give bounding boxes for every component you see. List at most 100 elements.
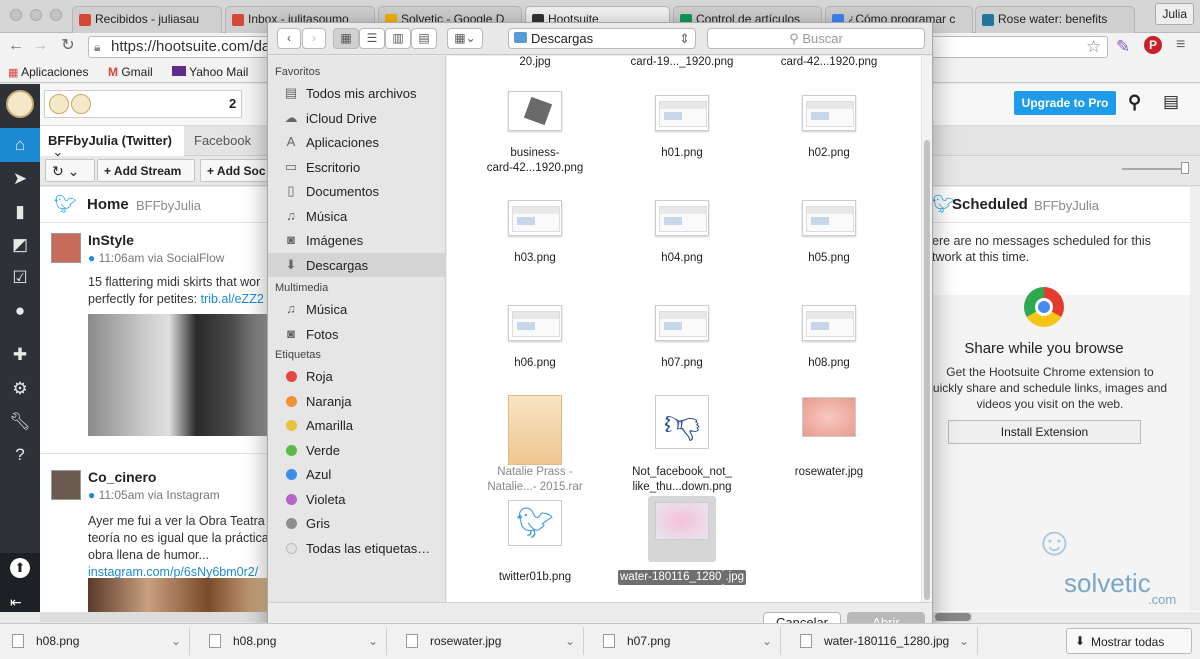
file-name[interactable]: rosewater.jpg — [764, 465, 894, 480]
add-stream-button[interactable]: + Add Stream — [97, 159, 195, 182]
sidebar-item[interactable]: ◙ Imágenes — [268, 228, 446, 252]
tools-wrench-icon[interactable]: 🔧︎ — [0, 405, 40, 439]
compose-box[interactable]: 2 — [44, 90, 242, 118]
search-field[interactable]: ⚲ Buscar — [707, 28, 925, 49]
analytics-icon[interactable]: ▮ — [0, 195, 40, 229]
file-name[interactable]: card-19..._1920.png — [617, 55, 747, 70]
sidebar-item[interactable]: ⬇ Descargas — [268, 252, 446, 277]
file-thumbnail[interactable] — [508, 200, 562, 236]
sidebar-item[interactable]: Naranja — [268, 389, 446, 413]
bookmark-star-icon[interactable]: ☆ — [1086, 37, 1101, 57]
file-name[interactable]: h02.png — [764, 146, 894, 161]
zoom-window-button[interactable] — [50, 9, 62, 21]
file-thumbnail[interactable] — [802, 397, 856, 437]
minimize-window-button[interactable] — [30, 9, 42, 21]
tab-bffbyjulia[interactable]: BFFbyJulia (Twitter) × — [40, 126, 184, 163]
file-thumbnail[interactable] — [802, 200, 856, 236]
horizontal-scrollbar-thumb[interactable] — [935, 613, 971, 621]
file-name[interactable]: business-card-42...1920.png — [470, 146, 600, 176]
zoom-slider[interactable] — [1122, 168, 1186, 170]
sidebar-item[interactable]: A Aplicaciones — [268, 130, 446, 154]
file-thumbnail[interactable] — [655, 305, 709, 341]
add-social-network-button[interactable]: + Add Soc — [200, 159, 268, 182]
twitter-bird-icon[interactable]: 🐦︎ — [508, 500, 562, 546]
file-name[interactable]: water-180116_1280 .jpg — [617, 570, 747, 585]
file-scrollbar-thumb[interactable] — [924, 140, 930, 600]
file-name[interactable]: h01.png — [617, 146, 747, 161]
sidebar-item[interactable]: Violeta — [268, 487, 446, 511]
forward-button[interactable]: › — [302, 28, 326, 49]
file-thumbnail[interactable] — [655, 95, 709, 131]
download-item[interactable]: water-180116_1280.jpg ⌄ — [788, 627, 978, 655]
download-item[interactable]: h08.png ⌄ — [197, 627, 387, 655]
bookmark-apps[interactable]: ▦ Aplicaciones — [8, 65, 88, 79]
tasks-icon[interactable]: ☑ — [0, 261, 40, 295]
file-name[interactable]: h05.png — [764, 251, 894, 266]
download-item[interactable]: h07.png ⌄ — [591, 627, 781, 655]
file-name[interactable]: 20.jpg — [470, 55, 600, 70]
sidebar-item[interactable]: ◙ Fotos — [268, 322, 446, 346]
sidebar-item[interactable]: Roja — [268, 364, 446, 388]
chevron-down-icon[interactable]: ⌄ — [368, 634, 378, 648]
column-view-button[interactable]: ▥ — [385, 28, 411, 49]
chat-icon[interactable]: ▤ — [1163, 92, 1179, 112]
download-item[interactable]: rosewater.jpg ⌄ — [394, 627, 584, 655]
file-name[interactable]: Natalie Prass - Natalie...- 2015.rar — [470, 465, 600, 495]
browser-tab[interactable]: Rose water: benefits — [975, 6, 1135, 33]
send-icon[interactable]: ➤ — [0, 162, 40, 196]
tab-facebook[interactable]: Facebook — [186, 126, 268, 156]
sidebar-item[interactable]: ♫ Música — [268, 204, 446, 228]
browser-tab[interactable]: Recibidos - juliasau — [72, 6, 222, 33]
file-thumbnail[interactable] — [508, 91, 562, 131]
tweet-photo[interactable] — [88, 578, 268, 612]
sidebar-item[interactable]: ▤ Todos mis archivos — [268, 81, 446, 105]
chevron-down-icon[interactable]: ⌄ — [959, 634, 969, 648]
file-name[interactable]: card-42...1920.png — [764, 55, 894, 70]
sidebar-item[interactable]: Gris — [268, 511, 446, 535]
avatar[interactable] — [51, 470, 81, 500]
close-window-button[interactable] — [10, 9, 22, 21]
chevron-down-icon[interactable]: ⌄ — [171, 634, 181, 648]
show-all-downloads-button[interactable]: ⬇ Mostrar todas — [1066, 628, 1192, 654]
search-icon[interactable]: ⚲ — [1128, 92, 1141, 113]
reload-icon[interactable]: ↻ — [58, 36, 78, 56]
file-thumbnail[interactable] — [802, 305, 856, 341]
collapse-sidebar-icon[interactable]: ⇤ — [10, 594, 22, 611]
feather-extension-icon[interactable]: ✎ — [1116, 37, 1130, 57]
file-name[interactable]: h04.png — [617, 251, 747, 266]
file-name[interactable]: h07.png — [617, 356, 747, 371]
sidebar-item[interactable]: Azul — [268, 462, 446, 486]
tweet-author[interactable]: Co_cinero — [88, 469, 156, 485]
location-popup[interactable]: Descargas ⇕ — [508, 28, 696, 49]
home-icon[interactable]: ⌂ — [0, 128, 40, 162]
tweet-photo[interactable] — [88, 314, 268, 436]
contacts-icon[interactable]: ● — [0, 294, 40, 328]
file-name[interactable]: h03.png — [470, 251, 600, 266]
upgrade-button[interactable]: Upgrade to Pro — [1014, 91, 1116, 115]
file-thumbnail[interactable] — [802, 95, 856, 131]
rar-archive-icon[interactable] — [508, 395, 562, 465]
file-name[interactable]: h06.png — [470, 356, 600, 371]
help-icon[interactable]: ? — [0, 438, 40, 472]
bookmark-yahoo[interactable]: Yahoo Mail — [172, 65, 248, 79]
thumbs-down-icon[interactable]: 👎︎ — [655, 395, 709, 449]
settings-gear-icon[interactable]: ⚙ — [0, 372, 40, 406]
install-extension-button[interactable]: Install Extension — [948, 420, 1141, 444]
tweet-link[interactable]: trib.al/eZZ2 — [201, 292, 264, 306]
arrange-menu-button[interactable]: ▦⌄ — [447, 28, 483, 49]
download-item[interactable]: h08.png ⌄ — [0, 627, 190, 655]
sidebar-item[interactable]: Amarilla — [268, 413, 446, 437]
chrome-menu-icon[interactable]: ≡ — [1176, 36, 1185, 54]
file-name[interactable]: Not_facebook_not_ like_thu...down.png — [617, 465, 747, 495]
user-profile-button[interactable]: Julia — [1155, 3, 1194, 25]
chevron-down-icon[interactable]: ⌄ — [565, 634, 575, 648]
assignments-icon[interactable]: ◩ — [0, 228, 40, 262]
forward-icon[interactable]: → — [30, 36, 50, 56]
sidebar-item[interactable]: ▭ Escritorio — [268, 155, 446, 179]
sidebar-item[interactable]: ▯ Documentos — [268, 179, 446, 203]
bookmark-gmail[interactable]: M Gmail — [108, 65, 153, 79]
tweet-author[interactable]: InStyle — [88, 232, 134, 248]
pinterest-icon[interactable]: P — [1144, 36, 1162, 54]
back-icon[interactable]: ← — [6, 36, 26, 56]
chevron-down-icon[interactable]: ⌄ — [762, 634, 772, 648]
